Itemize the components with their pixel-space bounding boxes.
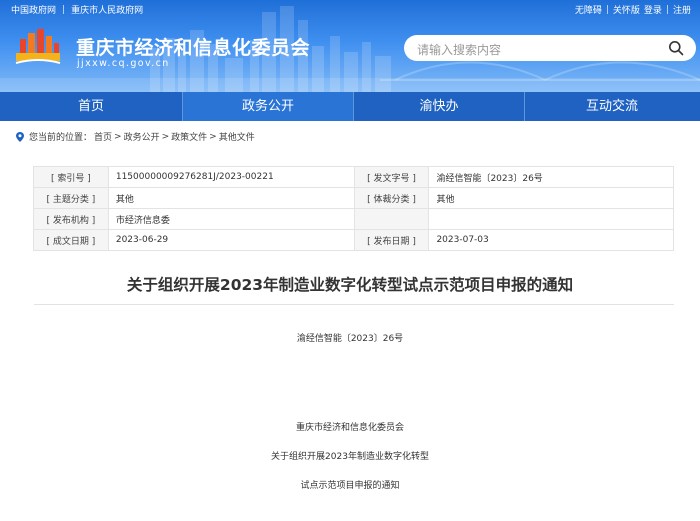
breadcrumb: 您当前的位置： 首页 > 政务公开 > 政策文件 > 其他文件 (16, 130, 255, 143)
top-utility-bar: 中国政府网 | 重庆市人民政府网 无障碍 | 关怀版 登录 | 注册 (0, 2, 700, 17)
nav-item-government-affairs[interactable]: 政务公开 (183, 92, 353, 121)
link-login[interactable]: 登录 (644, 3, 662, 16)
breadcrumb-separator: > (161, 131, 170, 142)
nav-item-yukuaiban[interactable]: 渝快办 (354, 92, 524, 121)
site-title: 重庆市经济和信息化委员会 (76, 37, 311, 59)
separator: | (605, 4, 609, 15)
body-paragraph: 重庆市经济和信息化委员会 (295, 423, 404, 433)
breadcrumb-separator: > (114, 131, 122, 142)
breadcrumb-other-files[interactable]: 其他文件 (219, 130, 255, 143)
link-accessibility[interactable]: 无障碍 (575, 3, 602, 16)
info-label: [ 主题分类 ] (33, 187, 109, 209)
info-value: 渝经信智能〔2023〕26号 (428, 166, 674, 188)
search-icon[interactable] (668, 40, 684, 56)
location-pin-icon (16, 131, 24, 142)
table-row: [ 成文日期 ] 2023-06-29 [ 发布日期 ] 2023-07-03 (33, 229, 674, 251)
document-number: 渝经信智能〔2023〕26号 (296, 334, 404, 344)
separator: | (62, 4, 66, 15)
site-domain: jjxxw.cq.gov.cn (77, 58, 170, 69)
link-china-gov[interactable]: 中国政府网 (11, 3, 56, 16)
link-chongqing-gov[interactable]: 重庆市人民政府网 (71, 3, 143, 16)
body-paragraph: 试点示范项目申报的通知 (300, 481, 400, 491)
separator: | (665, 4, 669, 15)
site-logo-icon (15, 29, 61, 64)
info-value: 2023-07-03 (428, 229, 674, 251)
info-value: 其他 (107, 187, 355, 209)
info-label: [ 发布日期 ] (353, 229, 430, 251)
info-label: [ 体裁分类 ] (353, 187, 430, 209)
breadcrumb-policy-files[interactable]: 政策文件 (171, 130, 207, 143)
document-info-table: [ 索引号 ] 11500000009276281J/2023-00221 [ … (33, 166, 674, 251)
table-row: [ 主题分类 ] 其他 [ 体裁分类 ] 其他 (33, 187, 674, 209)
info-value: 2023-06-29 (107, 229, 355, 251)
info-value: 11500000009276281J/2023-00221 (107, 166, 355, 188)
info-label (353, 208, 430, 230)
table-row: [ 索引号 ] 11500000009276281J/2023-00221 [ … (33, 166, 674, 188)
info-value (428, 208, 674, 230)
breadcrumb-separator: > (209, 131, 217, 142)
breadcrumb-prefix: 您当前的位置： (29, 133, 93, 143)
search-box[interactable]: 请输入搜索内容 (404, 35, 696, 61)
body-paragraph: 关于组织开展2023年制造业数字化转型 (271, 452, 429, 462)
search-input-placeholder[interactable]: 请输入搜索内容 (417, 41, 501, 58)
table-row: [ 发布机构 ] 市经济信息委 (33, 208, 674, 230)
info-value: 其他 (428, 187, 674, 209)
site-header: 中国政府网 | 重庆市人民政府网 无障碍 | 关怀版 登录 | 注册 重庆市经济… (0, 0, 700, 92)
info-label: [ 索引号 ] (33, 166, 109, 188)
info-label: [ 发文字号 ] (353, 166, 430, 188)
link-care-mode[interactable]: 关怀版 (613, 3, 640, 16)
article-title: 关于组织开展2023年制造业数字化转型试点示范项目申报的通知 (126, 276, 574, 294)
info-label: [ 发布机构 ] (33, 208, 109, 230)
nav-item-interaction[interactable]: 互动交流 (525, 92, 699, 121)
title-divider (34, 304, 674, 305)
breadcrumb-home[interactable]: 首页 (94, 130, 112, 143)
breadcrumb-gov-affairs[interactable]: 政务公开 (124, 130, 160, 143)
main-navigation: 首页 政务公开 渝快办 互动交流 (0, 92, 700, 121)
link-register[interactable]: 注册 (673, 3, 691, 16)
info-label: [ 成文日期 ] (33, 229, 109, 251)
info-value: 市经济信息委 (107, 208, 355, 230)
nav-item-home[interactable]: 首页 (0, 92, 182, 121)
